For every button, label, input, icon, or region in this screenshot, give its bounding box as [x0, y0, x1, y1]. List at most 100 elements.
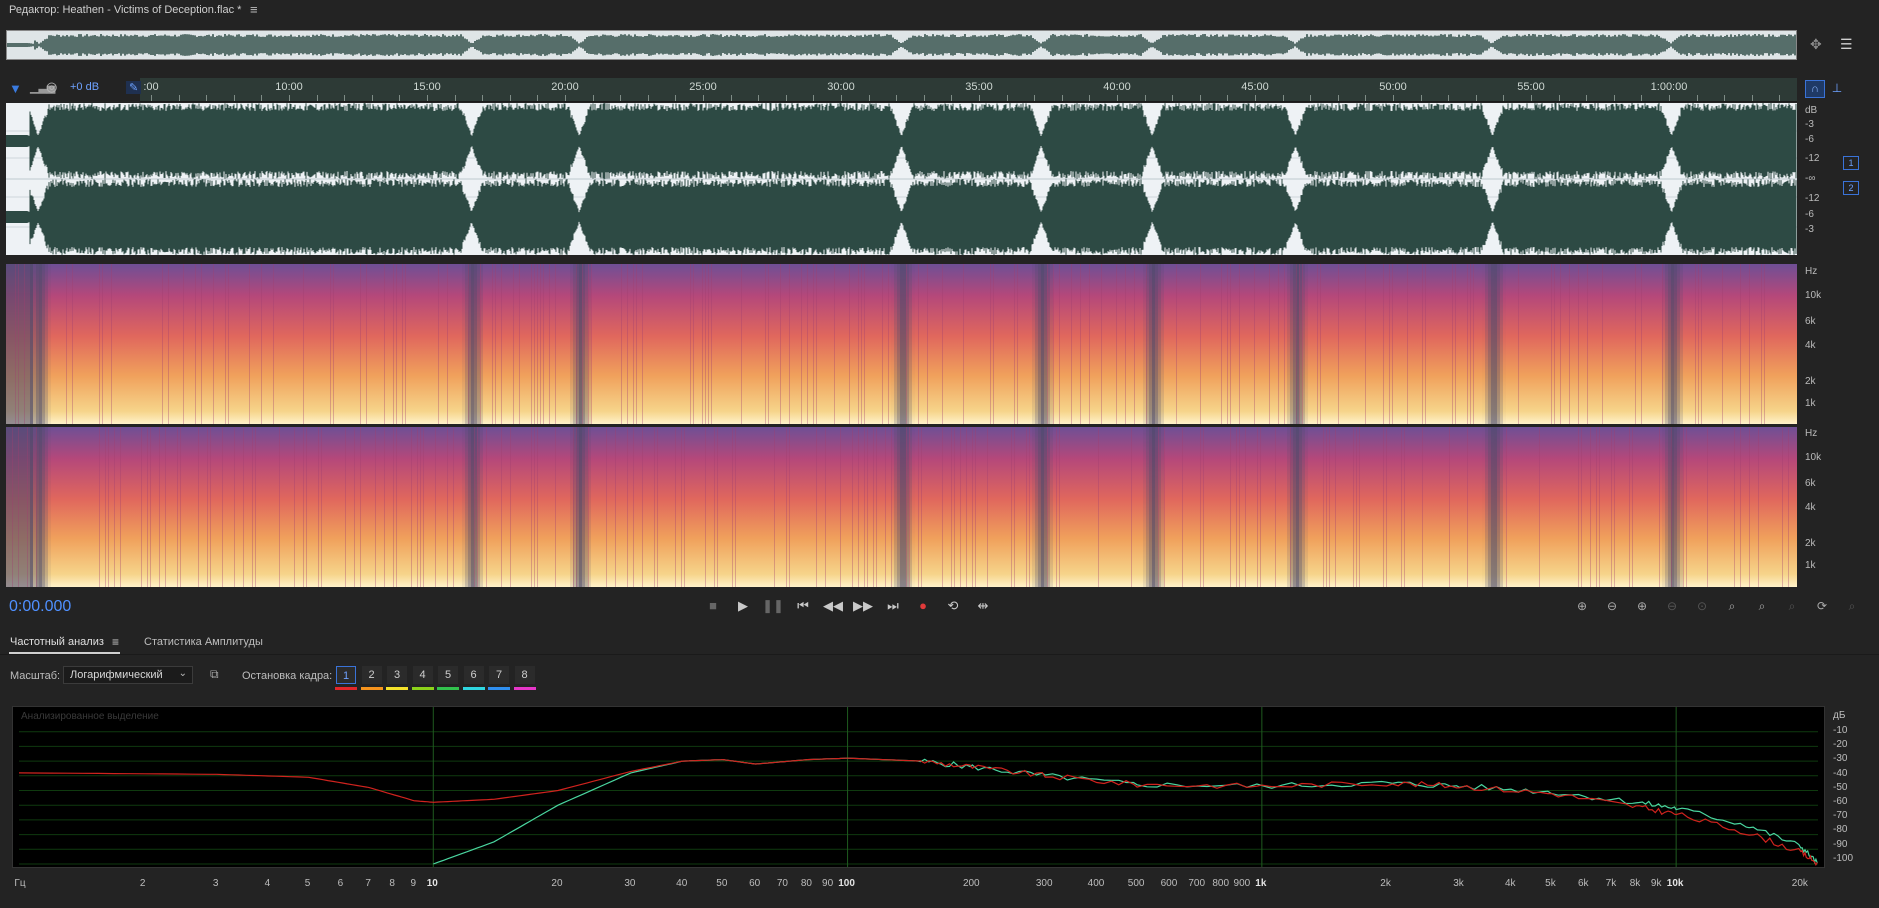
frequency-plot[interactable]: Анализированное выделение: [12, 706, 1825, 868]
freq-axis-label: 700: [1188, 878, 1206, 889]
freeze-slot-4[interactable]: 4: [412, 666, 433, 684]
db-axis-label: -60: [1833, 796, 1848, 807]
pin-icon[interactable]: ✎: [126, 81, 142, 94]
scale-value: Логарифмический: [70, 669, 163, 681]
freq-axis-label: 7k: [1605, 878, 1617, 889]
go-to-end-icon[interactable]: ⏭: [882, 596, 904, 616]
spectral-display-left[interactable]: [6, 264, 1797, 424]
ruler-tick: [1476, 95, 1477, 101]
overview-waveform[interactable]: [6, 30, 1797, 60]
waveform-display[interactable]: [6, 103, 1797, 255]
gain-knob-icon[interactable]: ◎: [46, 79, 57, 95]
copy-icon[interactable]: ⧉: [210, 667, 219, 682]
ruler-tick: [1034, 95, 1035, 101]
ruler-tick-label: 55:00: [1517, 81, 1545, 93]
zoom-selection-icon[interactable]: ⌕: [1781, 596, 1803, 616]
freeze-slot-5[interactable]: 5: [438, 666, 458, 684]
freq-axis-label: 9k: [1650, 878, 1662, 889]
panel-menu-icon[interactable]: ≡: [250, 2, 258, 17]
go-to-start-icon[interactable]: ⏮: [792, 596, 814, 616]
zoom-in-time-icon[interactable]: ⊕: [1631, 596, 1653, 616]
freq-axis-label: 10k: [1666, 878, 1684, 889]
ruler-tick: [289, 95, 290, 101]
ruler-tick: [427, 95, 428, 101]
zoom-extra-icon[interactable]: ⌕: [1841, 596, 1863, 616]
loop-icon[interactable]: ⟲: [942, 596, 964, 616]
hz-label: 2k: [1805, 538, 1816, 549]
marker-pin-icon[interactable]: ⊥: [1827, 80, 1847, 98]
zoom-out-time-icon[interactable]: ⊖: [1661, 596, 1683, 616]
freeze-slot-6[interactable]: 6: [463, 666, 484, 684]
ruler-tick: [179, 95, 180, 101]
gain-value[interactable]: +0 dB: [70, 81, 99, 93]
ruler-tick: [731, 95, 732, 101]
freeze-slot-3[interactable]: 3: [387, 666, 407, 684]
time-ruler[interactable]: :00 10:00 15:00 20:00 25:00 30:00 35:00 40:00 45…: [6, 78, 1797, 102]
tab-frequency-analysis[interactable]: Частотный анализ: [10, 636, 104, 648]
ruler-tick: [1531, 95, 1532, 101]
freq-axis-label: 2k: [1380, 878, 1391, 889]
list-view-icon[interactable]: ☰: [1840, 36, 1853, 53]
zoom-in-point-icon[interactable]: ⌕: [1721, 596, 1743, 616]
ruler-tick-label: 20:00: [551, 81, 579, 93]
ruler-tick: [869, 95, 870, 101]
ruler-tick: [372, 95, 373, 101]
hz-label: Hz: [1805, 266, 1818, 277]
db-axis-label: дБ: [1833, 710, 1846, 721]
ruler-tick: [455, 95, 456, 101]
ruler-tick: [565, 95, 566, 101]
ruler-tick: [344, 95, 345, 101]
zoom-out-point-icon[interactable]: ⌕: [1751, 596, 1773, 616]
ruler-tick: [1669, 95, 1670, 101]
fast-forward-icon[interactable]: ▶▶: [852, 596, 874, 616]
freeze-slot-2[interactable]: 2: [361, 666, 382, 684]
freq-axis-label: Гц: [14, 878, 26, 889]
ruler-tick: [1007, 95, 1008, 101]
freq-axis-label: 20: [551, 878, 563, 889]
record-icon[interactable]: ●: [912, 596, 934, 616]
skip-selection-icon[interactable]: ⇹: [972, 596, 994, 616]
stop-icon[interactable]: ■: [702, 596, 724, 616]
channel-1-button[interactable]: 1: [1843, 156, 1859, 170]
freeze-slot-8[interactable]: 8: [514, 666, 535, 684]
rewind-icon[interactable]: ◀◀: [822, 596, 844, 616]
freq-axis-label: 70: [776, 878, 788, 889]
playhead-marker-icon[interactable]: ▼: [9, 81, 22, 96]
play-icon[interactable]: ▶: [732, 596, 754, 616]
db-axis-label: -40: [1833, 768, 1848, 779]
ruler-tick: [841, 95, 842, 101]
zoom-reset-icon[interactable]: ⟳: [1811, 596, 1833, 616]
hz-label: 4k: [1805, 502, 1816, 513]
tab-menu-icon[interactable]: ≡: [112, 635, 119, 649]
freq-axis-label: 3k: [1453, 878, 1464, 889]
zoom-full-icon[interactable]: ⊙: [1691, 596, 1713, 616]
scale-select[interactable]: Логарифмический ⌄: [63, 666, 193, 684]
pause-icon[interactable]: ❚❚: [762, 596, 784, 616]
ruler-tick: [1338, 95, 1339, 101]
freq-axis-label: 90: [822, 878, 834, 889]
ruler-tick: [813, 95, 814, 101]
freq-axis-label: 4: [264, 878, 271, 889]
freq-axis-label: 7: [365, 878, 371, 889]
ruler-tick: [206, 95, 207, 101]
snap-icon[interactable]: ✥: [1810, 36, 1822, 53]
spectral-display-right[interactable]: [6, 427, 1797, 587]
timecode[interactable]: 0:00.000: [9, 598, 71, 616]
zoom-out-amplitude-icon[interactable]: ⊖: [1601, 596, 1623, 616]
chevron-down-icon: ⌄: [178, 668, 187, 679]
freeze-slot-1[interactable]: 1: [336, 666, 356, 684]
freeze-slot-7[interactable]: 7: [489, 666, 509, 684]
headphones-icon[interactable]: ∩: [1805, 80, 1825, 98]
transport-bar: [0, 592, 1879, 624]
freeze-slot-color: [386, 687, 408, 690]
db-label: -3: [1805, 119, 1814, 130]
channel-2-button[interactable]: 2: [1843, 181, 1859, 195]
ruler-tick: [151, 95, 152, 101]
hz-label: 10k: [1805, 452, 1822, 463]
freeze-slot-color: [335, 687, 357, 690]
ruler-tick: [648, 95, 649, 101]
zoom-in-amplitude-icon[interactable]: ⊕: [1571, 596, 1593, 616]
tab-amplitude-statistics[interactable]: Статистика Амплитуды: [144, 636, 263, 648]
ruler-tick: [593, 95, 594, 101]
ruler-tick: [317, 95, 318, 101]
